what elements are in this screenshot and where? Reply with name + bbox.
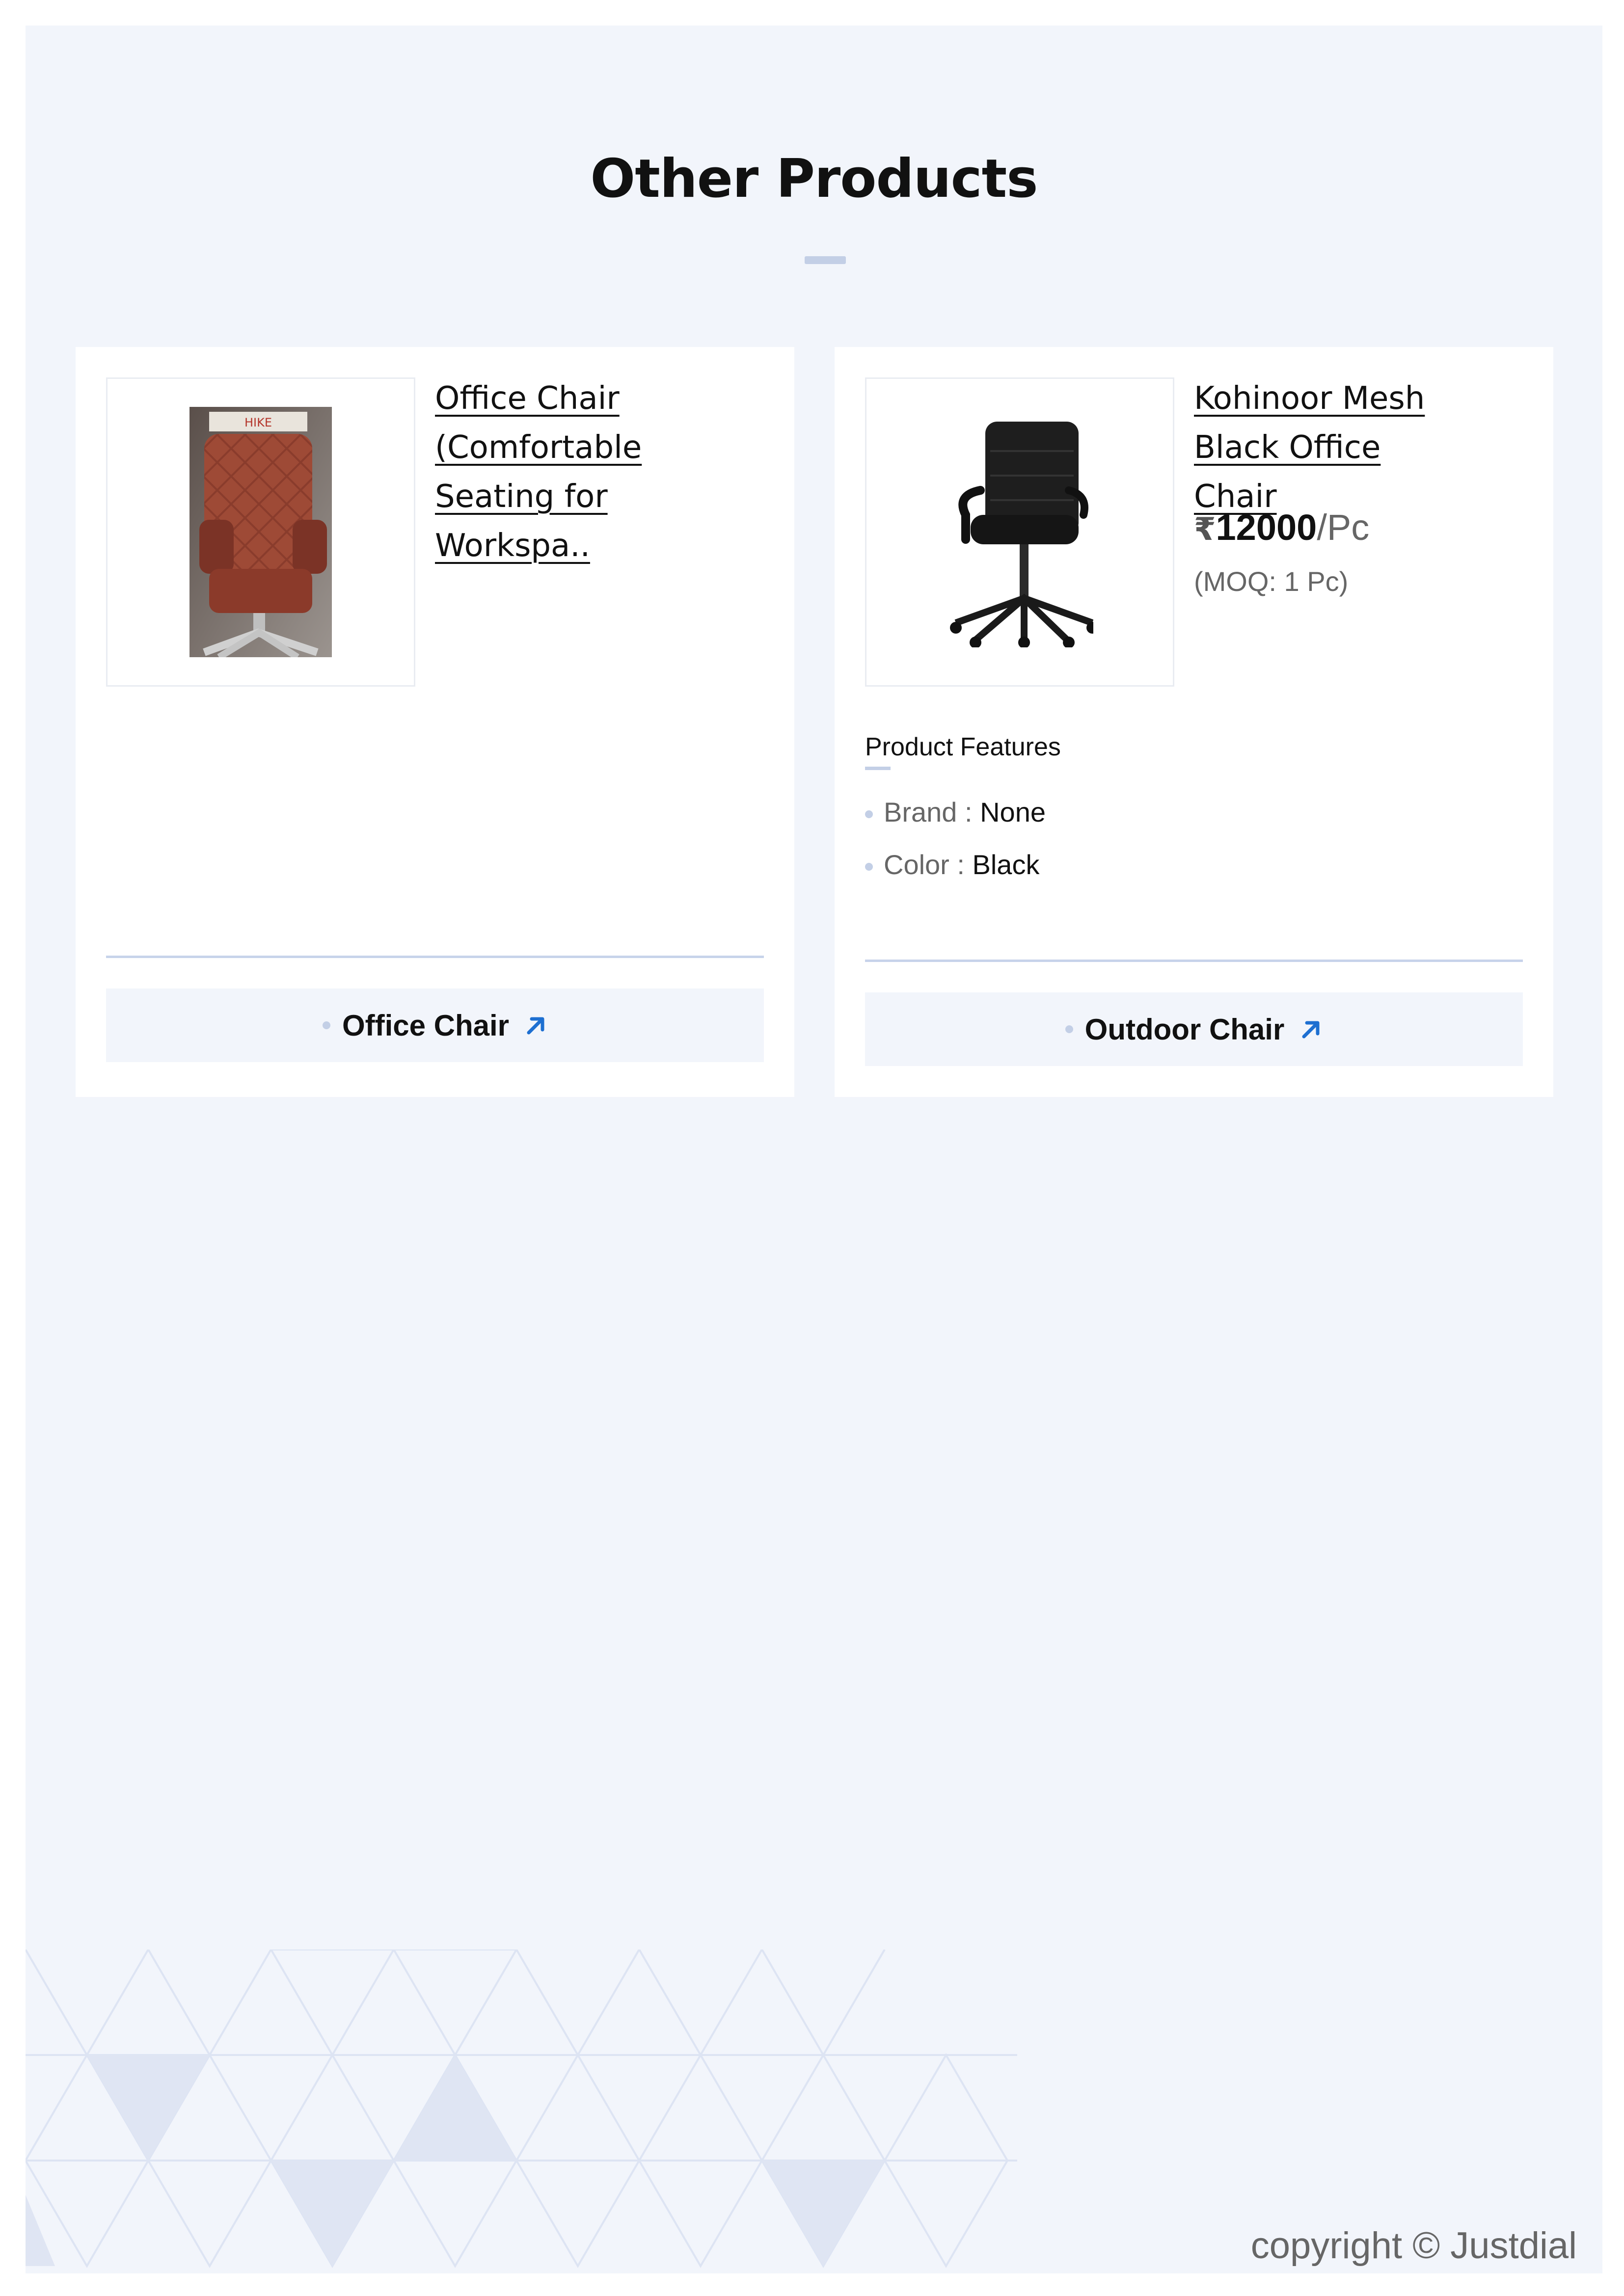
svg-text:HIKE: HIKE: [244, 416, 272, 429]
card-divider: [865, 960, 1523, 962]
black-office-chair-photo: [950, 422, 1093, 647]
external-link-arrow-icon: [525, 1014, 547, 1037]
feature-key: Color :: [884, 849, 973, 880]
product-name-link[interactable]: Kohinoor Mesh Black Office Chair: [1194, 374, 1469, 521]
triangle-pattern-decoration: [26, 1949, 1017, 2268]
bullet-dot: [865, 810, 873, 819]
category-label: Office Chair: [342, 1009, 510, 1042]
product-price: ₹12000/Pc: [1194, 507, 1369, 548]
external-link-arrow-icon: [1300, 1018, 1323, 1041]
category-label: Outdoor Chair: [1084, 1013, 1285, 1046]
feature-color: Color : Black: [865, 849, 1039, 881]
product-features-heading: Product Features: [865, 733, 1061, 761]
page: Other Products HIKE Office Chair (Comfor…: [26, 26, 1602, 2273]
bullet-dot: [322, 1021, 330, 1029]
product-name-link[interactable]: Office Chair (Comfortable Seating for Wo…: [435, 374, 710, 570]
feature-value: None: [980, 797, 1046, 828]
product-card: Kohinoor Mesh Black Office Chair ₹12000/…: [835, 347, 1553, 1097]
copyright-footer: copyright © Justdial: [1250, 2225, 1577, 2267]
feature-brand: Brand : None: [865, 796, 1046, 828]
bullet-dot: [1065, 1025, 1073, 1033]
minimum-order-quantity: (MOQ: 1 Pc): [1194, 566, 1349, 597]
category-button-outdoor-chair[interactable]: Outdoor Chair: [865, 992, 1523, 1066]
price-value: 12000: [1216, 507, 1317, 548]
brown-office-chair-photo: HIKE: [189, 407, 332, 657]
product-card: HIKE Office Chair (Comfortable Seating f…: [76, 347, 794, 1097]
section-title: Other Products: [590, 148, 1038, 210]
feature-key: Brand :: [884, 797, 980, 828]
feature-value: Black: [972, 849, 1040, 880]
title-divider: [805, 256, 846, 264]
price-unit: /Pc: [1317, 507, 1370, 548]
bullet-dot: [865, 863, 873, 871]
category-button-office-chair[interactable]: Office Chair: [106, 988, 764, 1062]
features-divider: [865, 767, 891, 770]
rupee-symbol: ₹: [1194, 511, 1216, 547]
card-divider: [106, 956, 764, 958]
product-image[interactable]: [865, 377, 1174, 687]
product-image[interactable]: HIKE: [106, 377, 415, 687]
